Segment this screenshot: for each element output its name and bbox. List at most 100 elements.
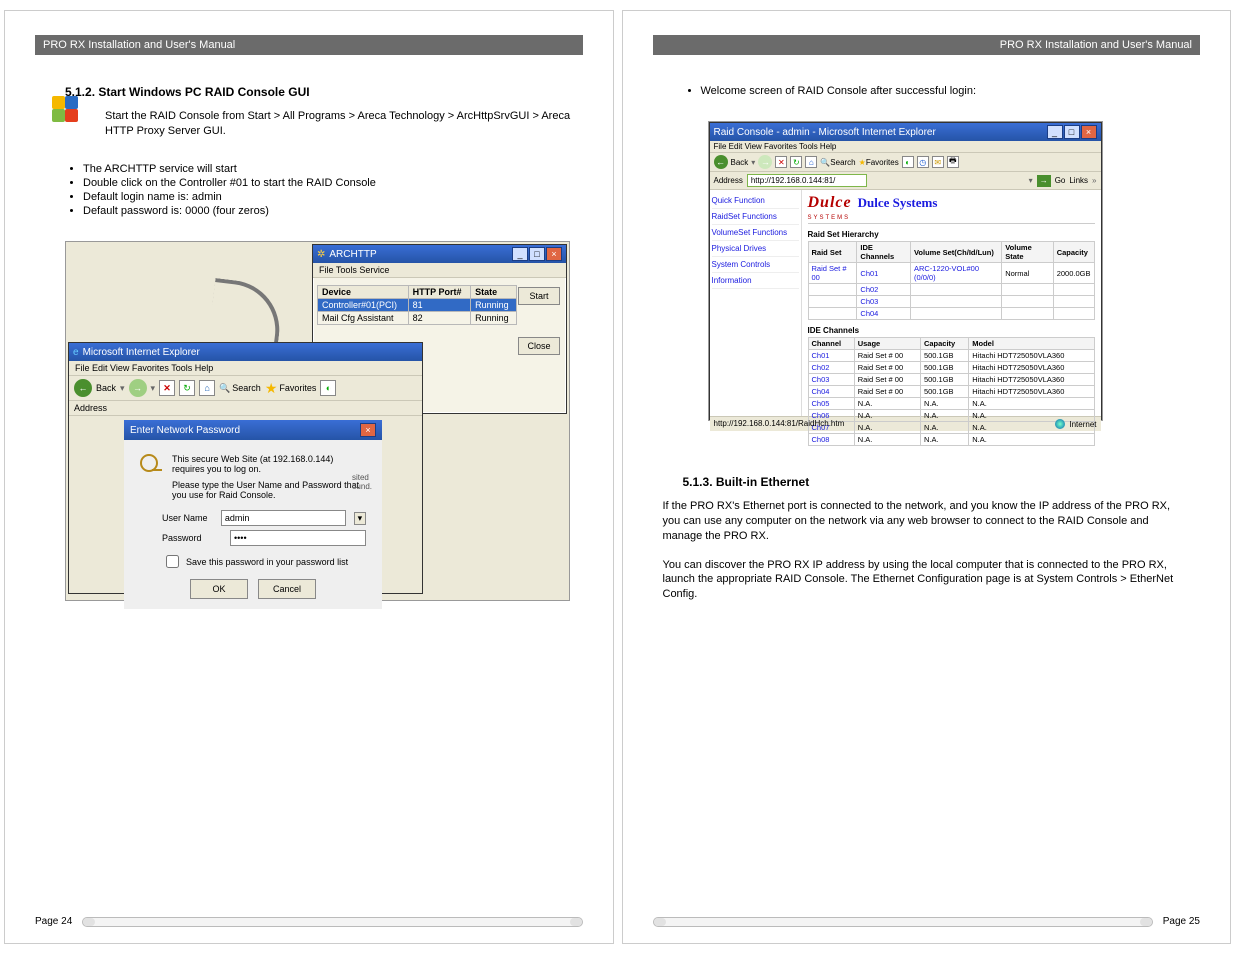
login-titlebar: Enter Network Password × <box>124 420 382 440</box>
mail-icon[interactable]: ✉ <box>932 156 944 168</box>
cell: Raid Set # 00 <box>854 362 920 374</box>
table-row[interactable]: Controller#01(PCI) 81 Running <box>318 299 517 312</box>
search-label: Search <box>232 383 261 393</box>
page-right: PRO RX Installation and User's Manual We… <box>622 10 1232 944</box>
back-button[interactable]: ← <box>714 155 728 169</box>
ok-button[interactable]: OK <box>190 579 248 599</box>
cell: N.A. <box>854 434 920 446</box>
maximize-button[interactable]: □ <box>1064 125 1080 139</box>
table-row[interactable]: Mail Cfg Assistant 82 Running <box>318 312 517 325</box>
dropdown-icon[interactable]: ▾ <box>354 512 366 525</box>
username-input[interactable] <box>221 510 346 526</box>
refresh-button[interactable]: ↻ <box>790 156 802 168</box>
history-icon[interactable]: ◷ <box>917 156 929 168</box>
go-button[interactable]: → <box>1037 175 1051 187</box>
minimize-button[interactable]: _ <box>512 247 528 261</box>
favorites-button[interactable]: ★Favorites <box>859 158 899 167</box>
sidebar-item[interactable]: Information <box>712 273 799 289</box>
address-label: Address <box>74 403 107 413</box>
status-url: http://192.168.0.144:81/RaidHch.htm <box>714 419 845 429</box>
link[interactable]: Ch02 <box>860 285 878 294</box>
ie-menu[interactable]: File Edit View Favorites Tools Help <box>69 361 422 376</box>
link[interactable]: Ch01 <box>860 269 878 278</box>
search-label: Search <box>830 158 855 167</box>
minimize-button[interactable]: _ <box>1047 125 1063 139</box>
maximize-button[interactable]: □ <box>529 247 545 261</box>
search-button[interactable]: 🔍 Search <box>219 383 261 394</box>
link[interactable]: Ch03 <box>860 297 878 306</box>
rc-main: Dulce SYSTEMS Dulce Systems Raid Set Hie… <box>802 190 1101 416</box>
cell: Hitachi HDT725050VLA360 <box>969 374 1094 386</box>
sidebar-item[interactable]: System Controls <box>712 257 799 273</box>
link[interactable]: Ch02 <box>812 363 830 372</box>
favorites-label: Favorites <box>279 383 316 393</box>
col-state: State <box>471 286 517 299</box>
start-button[interactable]: Start <box>518 287 560 305</box>
sidebar-item[interactable]: RaidSet Functions <box>712 209 799 225</box>
cell: 500.1GB <box>920 386 968 398</box>
stop-button[interactable]: ✕ <box>775 156 787 168</box>
link[interactable]: Ch08 <box>812 435 830 444</box>
stop-button[interactable]: ✕ <box>159 380 175 396</box>
refresh-button[interactable]: ↻ <box>179 380 195 396</box>
screenshot-archttp-login: ✲ ARCHTTP _ □ × File Tools Service Devic… <box>65 241 570 601</box>
password-input[interactable] <box>230 530 366 546</box>
sidebar-item[interactable]: Quick Function <box>712 193 799 209</box>
login-close-button[interactable]: × <box>360 423 376 437</box>
close-button[interactable]: × <box>1081 125 1097 139</box>
back-label: Back <box>96 383 116 393</box>
close-button2[interactable]: Close <box>518 337 560 355</box>
save-password-checkbox[interactable] <box>166 555 179 568</box>
link[interactable]: Raid Set # 00 <box>812 264 847 282</box>
dulce-systems-text: Dulce Systems <box>858 195 938 211</box>
ie-titlebar: e Microsoft Internet Explorer <box>69 343 422 361</box>
cell: 500.1GB <box>920 350 968 362</box>
links-label[interactable]: Links <box>1069 176 1088 185</box>
link[interactable]: Ch04 <box>860 309 878 318</box>
sidebar-item[interactable]: Physical Drives <box>712 241 799 257</box>
url-field[interactable]: http://192.168.0.144:81/ <box>747 174 867 187</box>
media-button[interactable]: ◐ <box>320 380 336 396</box>
list-item: Welcome screen of RAID Console after suc… <box>701 85 1201 97</box>
list-item: Default login name is: admin <box>83 191 583 203</box>
sidebar-item[interactable]: VolumeSet Functions <box>712 225 799 241</box>
star-icon: ★ <box>265 380 278 397</box>
forward-button[interactable]: → <box>758 155 772 169</box>
link[interactable]: Ch03 <box>812 375 830 384</box>
rc-menu[interactable]: File Edit View Favorites Tools Help <box>710 141 1101 153</box>
link[interactable]: ARC-1220-VOL#00 (0/0/0) <box>914 264 979 282</box>
table-row: Ch05N.A.N.A.N.A. <box>808 398 1094 410</box>
dulce-sublogo: SYSTEMS <box>808 215 851 221</box>
table-row: Ch06N.A.N.A.N.A. <box>808 410 1094 422</box>
col: Volume State <box>1002 242 1053 263</box>
col: Raid Set <box>808 242 857 263</box>
archttp-menu[interactable]: File Tools Service <box>313 263 566 278</box>
cell: Hitachi HDT725050VLA360 <box>969 386 1094 398</box>
para2: You can discover the PRO RX IP address b… <box>663 558 1191 603</box>
forward-button[interactable]: → <box>129 379 147 397</box>
rc-window: Raid Console - admin - Microsoft Interne… <box>709 122 1102 420</box>
scrollbar-icon <box>653 917 1153 927</box>
cell: Raid Set # 00 <box>854 350 920 362</box>
link[interactable]: Ch05 <box>812 399 830 408</box>
col: Volume Set(Ch/Id/Lun) <box>910 242 1001 263</box>
search-button[interactable]: 🔍Search <box>820 158 855 167</box>
table-row: Ch03Raid Set # 00500.1GBHitachi HDT72505… <box>808 374 1094 386</box>
home-button[interactable]: ⌂ <box>199 380 215 396</box>
col: IDE Channels <box>857 242 911 263</box>
back-button[interactable]: ← <box>74 379 92 397</box>
close-button[interactable]: × <box>546 247 562 261</box>
cell: 81 <box>408 299 470 312</box>
home-button[interactable]: ⌂ <box>805 156 817 168</box>
media-icon[interactable]: ◐ <box>902 156 914 168</box>
cancel-button[interactable]: Cancel <box>258 579 316 599</box>
table-row: Ch03 <box>808 296 1094 308</box>
header-left: PRO RX Installation and User's Manual <box>35 35 583 55</box>
table-row: Ch02Raid Set # 00500.1GBHitachi HDT72505… <box>808 362 1094 374</box>
welcome-bullet: Welcome screen of RAID Console after suc… <box>683 83 1201 99</box>
link[interactable]: Ch04 <box>812 387 830 396</box>
favorites-button[interactable]: ★ Favorites <box>265 380 317 397</box>
link[interactable]: Ch01 <box>812 351 830 360</box>
print-icon[interactable]: 🖶 <box>947 156 959 168</box>
intro-block: Start the RAID Console from Start > All … <box>65 109 583 141</box>
